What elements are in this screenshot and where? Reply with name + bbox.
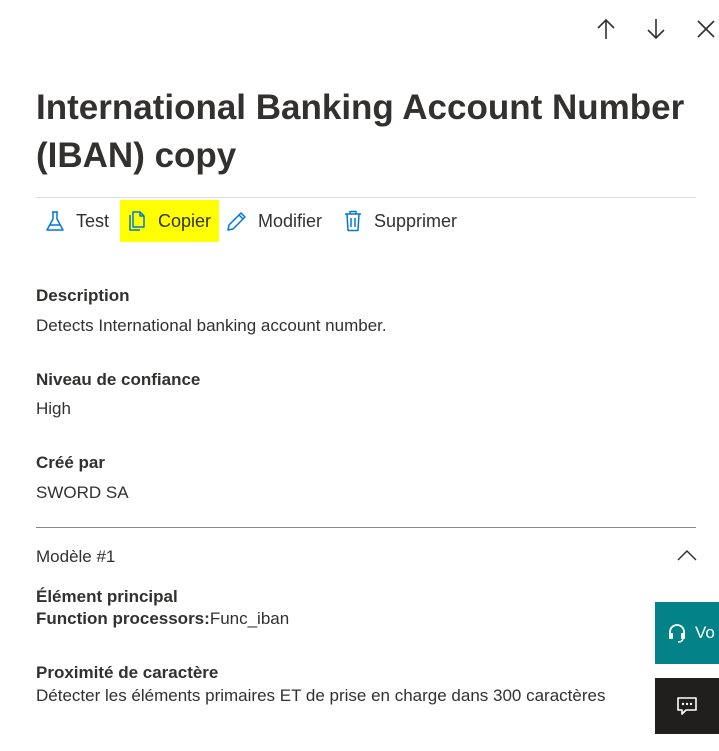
description-label: Description	[36, 286, 130, 305]
description-value: Detects International banking account nu…	[36, 316, 387, 335]
close-button[interactable]	[691, 14, 719, 44]
function-processors-label: Function processors:	[36, 609, 210, 628]
details-panel: International Banking Account Number (IB…	[0, 0, 719, 751]
delete-button[interactable]: Supprimer	[342, 200, 457, 242]
confidence-value: High	[36, 399, 71, 418]
delete-button-label: Supprimer	[374, 210, 458, 231]
previous-item-button[interactable]	[591, 14, 621, 44]
flask-icon	[44, 210, 66, 232]
copy-button-label: Copier	[158, 210, 212, 231]
trash-icon	[342, 210, 364, 232]
collapse-model-button[interactable]	[676, 546, 698, 564]
pencil-icon	[226, 210, 248, 232]
edit-button[interactable]: Modifier	[226, 200, 322, 242]
chevron-up-icon	[677, 549, 697, 561]
help-button-label: Vo	[695, 623, 715, 642]
close-icon	[697, 20, 715, 38]
confidence-label: Niveau de confiance	[36, 370, 201, 389]
function-processors-row: Function processors:Func_iban	[36, 609, 289, 629]
page-title: International Banking Account Number (IB…	[36, 88, 685, 175]
help-button[interactable]: Vo	[655, 602, 719, 664]
created-by-label: Créé par	[36, 453, 105, 472]
primary-element-label: Élément principal	[36, 587, 178, 606]
section-divider	[36, 527, 696, 528]
copy-button[interactable]: Copier	[120, 200, 220, 242]
function-processors-value: Func_iban	[209, 609, 290, 628]
test-button[interactable]: Test	[44, 200, 109, 242]
created-by-value: SWORD SA	[36, 483, 129, 502]
chat-icon	[677, 697, 697, 715]
feedback-chat-button[interactable]	[655, 678, 719, 734]
arrow-up-icon	[597, 18, 615, 39]
arrow-down-icon	[647, 19, 665, 40]
headset-icon	[669, 624, 685, 643]
model-section-header[interactable]: Modèle #1	[36, 547, 115, 567]
next-item-button[interactable]	[641, 14, 671, 44]
proximity-label: Proximité de caractère	[36, 663, 219, 682]
test-button-label: Test	[76, 210, 110, 231]
copy-icon	[126, 210, 148, 232]
edit-button-label: Modifier	[258, 210, 323, 231]
divider	[36, 197, 696, 198]
proximity-value: Détecter les éléments primaires ET de pr…	[36, 686, 606, 705]
